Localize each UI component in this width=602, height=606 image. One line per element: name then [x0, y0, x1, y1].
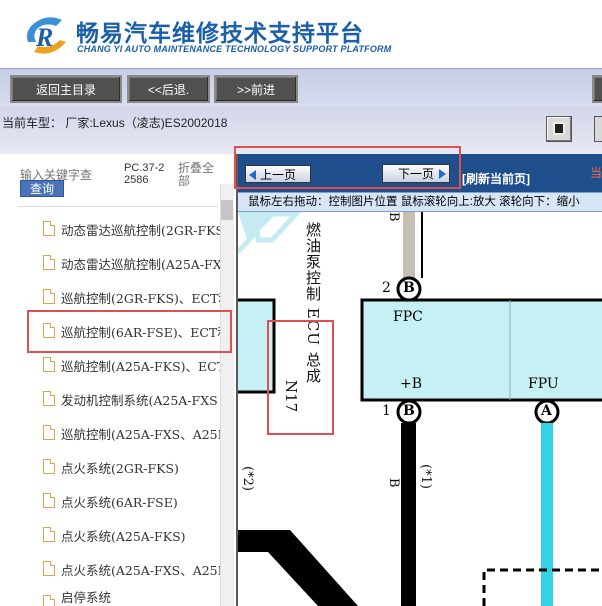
back-button[interactable]: <<后退. — [127, 75, 210, 103]
next-page-button[interactable]: 下一页 — [382, 164, 450, 183]
search-button[interactable]: 查询 — [20, 180, 64, 197]
document-icon — [43, 255, 55, 270]
document-icon — [43, 459, 55, 474]
watermark-mark — [236, 211, 302, 254]
cyan-wire — [541, 423, 553, 606]
next-page-label: 下一页 — [397, 167, 434, 181]
pin-a-letter: A — [541, 403, 552, 419]
sidebar-scroll-thumb[interactable] — [221, 200, 233, 220]
pin-fpu-label: FPU — [528, 376, 559, 392]
document-icon — [43, 357, 55, 372]
pin-bottom-letter: B — [403, 403, 415, 419]
home-button[interactable]: 返回主目录 — [10, 75, 122, 103]
pin-top-letter: B — [403, 280, 415, 296]
refresh-page-link[interactable]: [刷新当前页] — [462, 170, 530, 187]
pin-top-number: 2 — [382, 280, 391, 296]
nav-bar: 返回主目录 <<后退. >>前进 — [0, 68, 602, 106]
tree-item[interactable]: 启停系统 — [0, 586, 220, 606]
tree-list: 动态雷达巡航控制(2GR-FKS 动态雷达巡航控制(A25A-FX 巡航控制(2… — [0, 212, 220, 606]
panel-toggle-icon — [553, 122, 565, 135]
document-icon — [43, 425, 55, 440]
document-icon — [43, 221, 55, 236]
tree-item[interactable]: 动态雷达巡航控制(A25A-FX — [0, 246, 220, 280]
wire-b-top-label: B — [386, 212, 401, 222]
hint-bar: 鼠标左右拖动：控制图片位置 鼠标滚轮向上:放大 滚轮向下：缩小 — [238, 192, 602, 212]
wiring-diagram[interactable]: B 燃油泵控制 ECU 总成 N17 2 B FPC +B FPU 1 B A … — [236, 211, 602, 606]
svg-text:R: R — [35, 23, 53, 52]
top-wire — [403, 212, 415, 278]
black-wire — [401, 423, 416, 606]
document-icon — [43, 527, 55, 542]
brand-title: 畅易汽车维修技术支持平台 — [76, 21, 364, 47]
tree-item[interactable]: 点火系统(A25A-FXS、A25B — [0, 552, 220, 586]
arrow-left-icon — [249, 170, 256, 180]
left-component-box — [238, 298, 276, 394]
tree-item-selected[interactable]: 巡航控制(6AR-FSE)、ECT和 — [0, 314, 220, 348]
vehicle-info-row: 当前车型： 厂家:Lexus（凌志)ES2002018 — [0, 106, 602, 154]
document-icon — [43, 391, 55, 406]
prev-page-button[interactable]: 上一页 — [245, 165, 311, 183]
tree-item[interactable]: 巡航控制(A25A-FXS、A25B — [0, 416, 220, 450]
tree-item[interactable]: 发动机控制系统(A25A-FXS — [0, 382, 220, 416]
wire-b-bottom-label: B — [386, 478, 401, 488]
diagram-panel: 上一页 下一页 [刷新当前页] 当 鼠标左右拖动：控制图片位置 鼠标滚轮向上:放… — [236, 154, 602, 606]
sidebar: 查询 PC.37-22586 折叠全部 动态雷达巡航控制(2GR-FKS 动态雷… — [0, 154, 236, 606]
collapse-all-link[interactable]: 折叠全部 — [178, 162, 218, 188]
document-icon — [43, 493, 55, 508]
tree-item[interactable]: 动态雷达巡航控制(2GR-FKS — [0, 212, 220, 246]
document-icon — [43, 289, 55, 304]
tree-item[interactable]: 巡航控制(2GR-FKS)、ECT和 — [0, 280, 220, 314]
panel-toggle-button[interactable] — [546, 116, 572, 142]
tree-item[interactable]: 点火系统(2GR-FKS) — [0, 450, 220, 484]
pin-plusb-label: +B — [400, 376, 423, 392]
logo-icon: R — [27, 17, 66, 54]
document-icon — [43, 561, 55, 576]
sidebar-scrollbar[interactable] — [220, 184, 234, 606]
nav-edge-button[interactable] — [592, 75, 602, 103]
sidebar-divider — [18, 206, 218, 207]
header: R 畅易汽车维修技术支持平台 CHANG YI AUTO MAINTENANCE… — [0, 0, 602, 68]
tree-item[interactable]: 点火系统(A25A-FKS) — [0, 518, 220, 552]
panel-edge-button[interactable] — [594, 116, 602, 142]
pin-bottom-number: 1 — [382, 403, 391, 419]
diagonal-wire — [238, 530, 358, 606]
pc-code: PC.37-22586 — [124, 162, 165, 186]
panel-toolbar: 上一页 下一页 [刷新当前页] 当 — [238, 154, 602, 192]
component-code: N17 — [282, 380, 300, 413]
wire-left-label: (*2) — [240, 466, 255, 491]
pin-fpc-label: FPC — [393, 309, 423, 325]
search-area: 查询 PC.37-22586 折叠全部 — [0, 154, 224, 206]
arrow-right-icon — [439, 169, 446, 179]
panel-edge-text: 当 — [590, 166, 602, 180]
tree-item[interactable]: 巡航控制(A25A-FKS)、ECT — [0, 348, 220, 382]
document-icon — [43, 323, 55, 338]
component-name: 燃油泵控制 ECU 总成 — [304, 222, 322, 384]
document-icon — [43, 595, 55, 606]
current-vehicle-label: 当前车型： 厂家:Lexus（凌志)ES2002018 — [2, 116, 228, 130]
brand-subtitle: CHANG YI AUTO MAINTENANCE TECHNOLOGY SUP… — [77, 44, 392, 54]
tree-item[interactable]: 点火系统(6AR-FSE) — [0, 484, 220, 518]
wire-star-label: (*1) — [418, 464, 433, 489]
prev-page-label: 上一页 — [259, 167, 296, 182]
forward-button[interactable]: >>前进 — [214, 75, 298, 103]
